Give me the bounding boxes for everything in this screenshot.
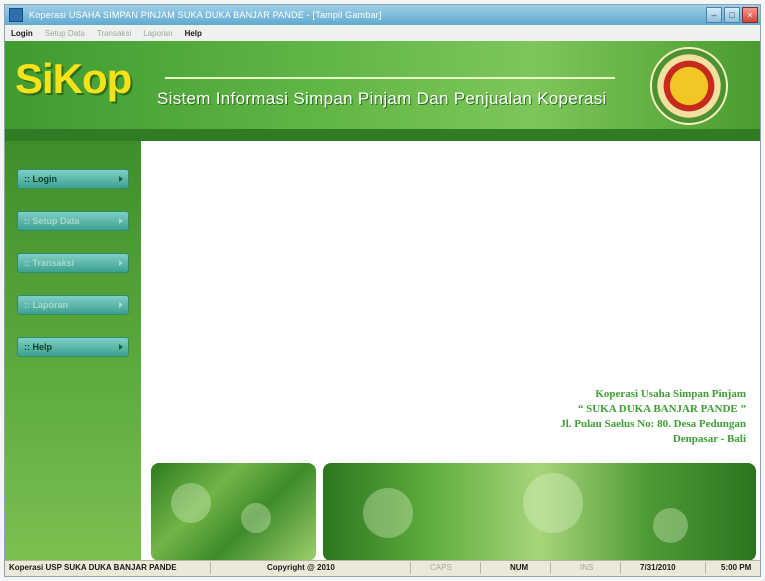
status-organization: Koperasi USP SUKA DUKA BANJAR PANDE: [9, 563, 177, 572]
sidebar-item-login[interactable]: :: Login: [17, 169, 129, 189]
banner-divider: [165, 77, 615, 79]
menu-login[interactable]: Login: [5, 29, 39, 38]
title-bar[interactable]: Koperasi USAHA SIMPAN PINJAM SUKA DUKA B…: [5, 5, 760, 25]
close-button[interactable]: ×: [742, 7, 758, 23]
minimize-button[interactable]: –: [706, 7, 722, 23]
menu-setup-data[interactable]: Setup Data: [39, 29, 91, 38]
cooperative-emblem-icon: [650, 47, 728, 125]
app-subtitle: Sistem Informasi Simpan Pinjam Dan Penju…: [157, 89, 607, 108]
app-icon: [9, 8, 23, 22]
sidebar-item-label: :: Setup Data: [24, 216, 80, 226]
chevron-right-icon: [119, 218, 123, 224]
sidebar-item-laporan[interactable]: :: Laporan: [17, 295, 129, 315]
header-banner: SiKop Sistem Informasi Simpan Pinjam Dan…: [5, 41, 760, 141]
menu-transaksi[interactable]: Transaksi: [91, 29, 137, 38]
sidebar-item-label: :: Login: [24, 174, 57, 184]
window-title: Koperasi USAHA SIMPAN PINJAM SUKA DUKA B…: [29, 10, 382, 20]
sidebar: :: Login :: Setup Data :: Transaksi :: L…: [5, 141, 141, 563]
photo-left: [151, 463, 316, 561]
address-line-2: “ SUKA DUKA BANJAR PANDE ”: [577, 403, 746, 415]
status-date: 7/31/2010: [640, 563, 676, 572]
address-line-3: Jl. Pulau Saelus No: 80. Desa Pedungan: [560, 418, 746, 430]
menu-help[interactable]: Help: [179, 29, 208, 38]
sidebar-item-label: :: Laporan: [24, 300, 68, 310]
sidebar-item-label: :: Help: [24, 342, 52, 352]
status-num: NUM: [510, 563, 529, 572]
chevron-right-icon: [119, 344, 123, 350]
chevron-right-icon: [119, 260, 123, 266]
status-bar: Koperasi USP SUKA DUKA BANJAR PANDE Copy…: [5, 560, 760, 576]
cooperative-address: Koperasi Usaha Simpan Pinjam “ SUKA DUKA…: [560, 387, 746, 447]
status-ins: INS: [580, 563, 594, 572]
menu-bar: Login Setup Data Transaksi Laporan Help: [5, 25, 760, 41]
status-caps: CAPS: [430, 563, 452, 572]
address-line-4: Denpasar - Bali: [672, 433, 746, 445]
chevron-right-icon: [119, 302, 123, 308]
window-controls: – □ ×: [706, 7, 758, 23]
sidebar-item-help[interactable]: :: Help: [17, 337, 129, 357]
photo-right: [323, 463, 756, 561]
menu-laporan[interactable]: Laporan: [137, 29, 178, 38]
app-window: Koperasi USAHA SIMPAN PINJAM SUKA DUKA B…: [4, 4, 761, 577]
sidebar-item-setup-data[interactable]: :: Setup Data: [17, 211, 129, 231]
status-copyright: Copyright @ 2010: [267, 563, 335, 572]
sidebar-item-transaksi[interactable]: :: Transaksi: [17, 253, 129, 273]
sidebar-item-label: :: Transaksi: [24, 258, 75, 268]
main-content: Koperasi Usaha Simpan Pinjam “ SUKA DUKA…: [141, 141, 760, 563]
maximize-button[interactable]: □: [724, 7, 740, 23]
app-logo: SiKop: [15, 55, 132, 102]
chevron-right-icon: [119, 176, 123, 182]
address-line-1: Koperasi Usaha Simpan Pinjam: [595, 388, 746, 400]
status-time: 5:00 PM: [721, 563, 752, 572]
